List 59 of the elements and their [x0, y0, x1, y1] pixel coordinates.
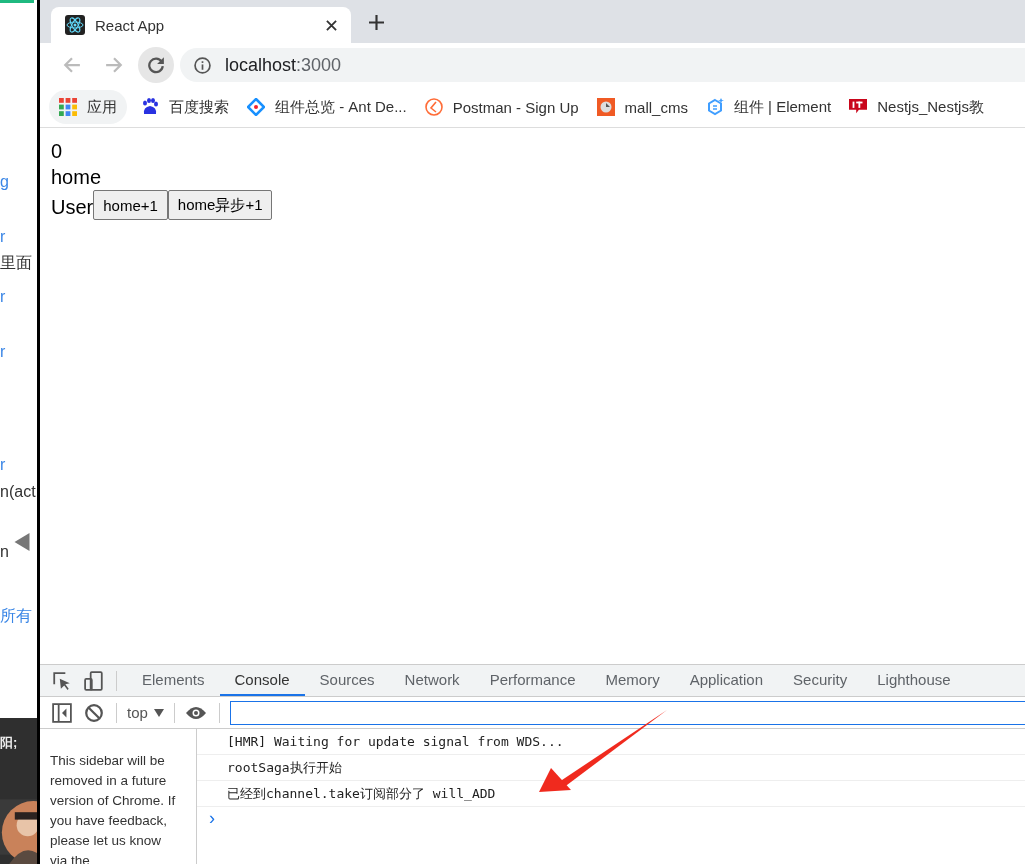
bookmark[interactable]: 组件 | Element — [701, 90, 836, 124]
block-icon — [84, 702, 104, 723]
prompt-caret[interactable]: › — [197, 807, 219, 829]
url-text: localhost:3000 — [225, 54, 342, 76]
bookmark[interactable]: Postman - Sign Up — [420, 90, 583, 124]
text-fragment: 所有 — [0, 606, 32, 626]
tab-title: React App — [95, 16, 166, 34]
filter-field[interactable] — [229, 700, 1025, 725]
send-circle-icon — [424, 98, 443, 116]
text-fragment: r — [0, 227, 6, 247]
diamond-icon — [247, 98, 265, 116]
devtools-tab[interactable]: Sources — [304, 665, 390, 696]
context-dropdown[interactable]: top — [127, 704, 164, 721]
devtools-tab[interactable]: Performance — [474, 665, 591, 696]
text-fragment: r — [0, 287, 6, 307]
eye-icon — [184, 705, 207, 720]
devtools-tab[interactable]: Memory — [590, 665, 675, 696]
right-arrow-icon — [105, 56, 123, 74]
apps-grid-icon — [59, 98, 77, 116]
left-arrow-icon — [63, 56, 81, 74]
bookmark[interactable]: 组件总览 - Ant De... — [243, 90, 411, 124]
label-text: User — [51, 195, 94, 220]
paw-icon — [141, 98, 159, 116]
reload-button[interactable] — [138, 47, 174, 83]
text-fragment: n — [0, 542, 9, 562]
bookmark[interactable]: mall_cms — [592, 90, 692, 124]
label-text: home — [51, 165, 103, 190]
text-fragment: n(act — [0, 482, 36, 502]
count-text: 0 — [51, 139, 64, 164]
bookmark[interactable]: 应用 — [49, 90, 127, 124]
plus-icon — [368, 14, 384, 30]
text-fragment: r — [0, 455, 6, 475]
bookmark[interactable]: Nestjs_Nestjs教 — [845, 90, 988, 124]
device-icon — [84, 670, 104, 691]
caret-icon — [153, 708, 164, 717]
text-fragment: g — [0, 172, 9, 192]
address-bar[interactable]: localhost:3000 — [180, 48, 1025, 82]
browser-tab[interactable]: React App — [51, 7, 351, 43]
close-icon — [326, 19, 337, 31]
devtools-tab[interactable]: Elements — [127, 665, 220, 696]
devtools-tab[interactable]: Console — [219, 665, 305, 696]
increment-button[interactable]: home+1 — [93, 190, 168, 220]
devtools-tab[interactable]: Lighthouse — [862, 665, 966, 696]
inspect-icon — [52, 670, 72, 691]
atom-icon — [65, 15, 85, 35]
sidebar-toggle-icon — [52, 702, 72, 723]
speech-bubble-icon — [849, 98, 868, 116]
devtools-tab[interactable]: Application — [674, 665, 779, 696]
hexagon-icon — [705, 98, 724, 116]
text-fragment: r — [0, 342, 6, 362]
reload-icon — [147, 56, 165, 74]
bookmark[interactable]: 百度搜索 — [137, 90, 233, 124]
text-fragment: 里面 — [0, 253, 32, 273]
info-icon — [194, 56, 211, 74]
left-arrow-icon — [14, 533, 30, 551]
devtools-tab[interactable]: Security — [778, 665, 863, 696]
devtools-tab[interactable]: Network — [389, 665, 475, 696]
text-fragment: 阳; — [0, 734, 18, 752]
increment-button[interactable]: home异步+1 — [167, 190, 273, 220]
